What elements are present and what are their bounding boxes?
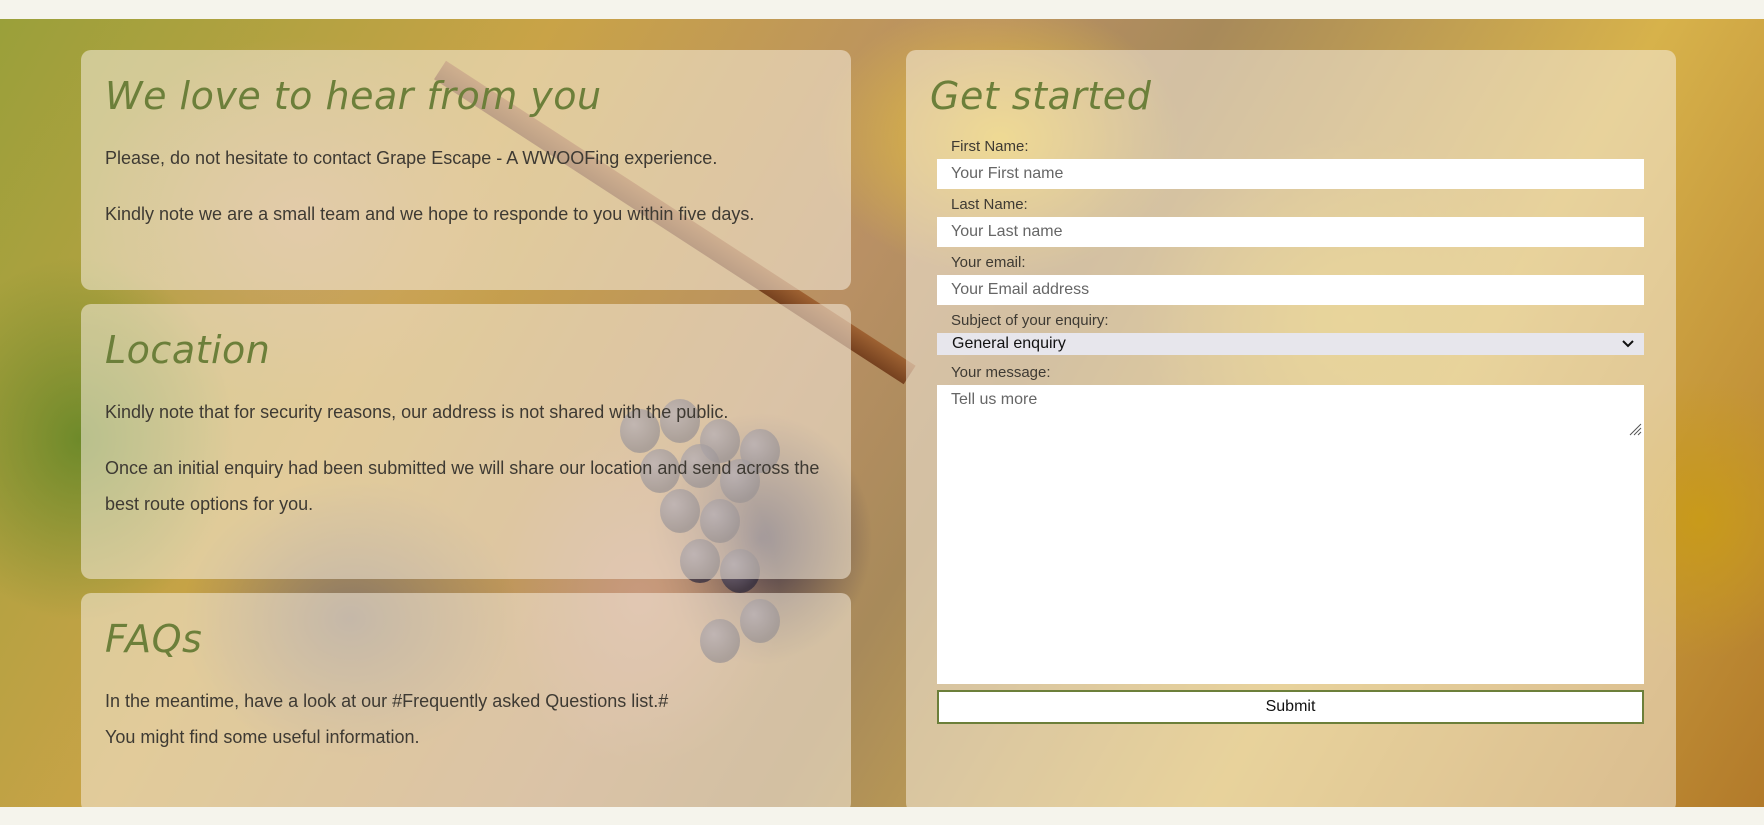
faqs-panel: FAQs In the meantime, have a look at our…	[81, 593, 851, 807]
email-input[interactable]	[937, 275, 1644, 305]
subject-selected-value: General enquiry	[952, 335, 1066, 352]
chevron-down-icon	[1622, 333, 1634, 362]
message-textarea[interactable]	[937, 385, 1644, 684]
location-title: Location	[105, 328, 271, 372]
first-name-input[interactable]	[937, 159, 1644, 189]
subject-select[interactable]: General enquiry	[937, 333, 1644, 355]
intro-line-1: Please, do not hesitate to contact Grape…	[105, 148, 718, 168]
form-title: Get started	[930, 74, 1152, 118]
intro-title: We love to hear from you	[105, 74, 602, 118]
subject-label: Subject of your enquiry:	[951, 312, 1109, 329]
faqs-line-1: In the meantime, have a look at our #Fre…	[105, 691, 669, 711]
intro-line-2: Kindly note we are a small team and we h…	[105, 204, 755, 224]
first-name-label: First Name:	[951, 138, 1029, 155]
resize-grip-icon[interactable]	[1628, 422, 1642, 436]
email-label: Your email:	[951, 254, 1026, 271]
intro-panel: We love to hear from you Please, do not …	[81, 50, 851, 290]
location-line-1: Kindly note that for security reasons, o…	[105, 402, 729, 422]
location-line-2: Once an initial enquiry had been submitt…	[105, 458, 820, 514]
last-name-label: Last Name:	[951, 196, 1028, 213]
message-label: Your message:	[951, 364, 1051, 381]
location-panel: Location Kindly note that for security r…	[81, 304, 851, 579]
contact-form-panel: Get started First Name: Last Name: Your …	[906, 50, 1676, 807]
faqs-title: FAQs	[105, 617, 203, 661]
contact-form: First Name: Last Name: Your email: Subje…	[906, 138, 1676, 724]
last-name-input[interactable]	[937, 217, 1644, 247]
submit-button[interactable]: Submit	[937, 690, 1644, 724]
background-photo: We love to hear from you Please, do not …	[0, 19, 1764, 807]
faqs-line-2: You might find some useful information.	[105, 727, 420, 747]
